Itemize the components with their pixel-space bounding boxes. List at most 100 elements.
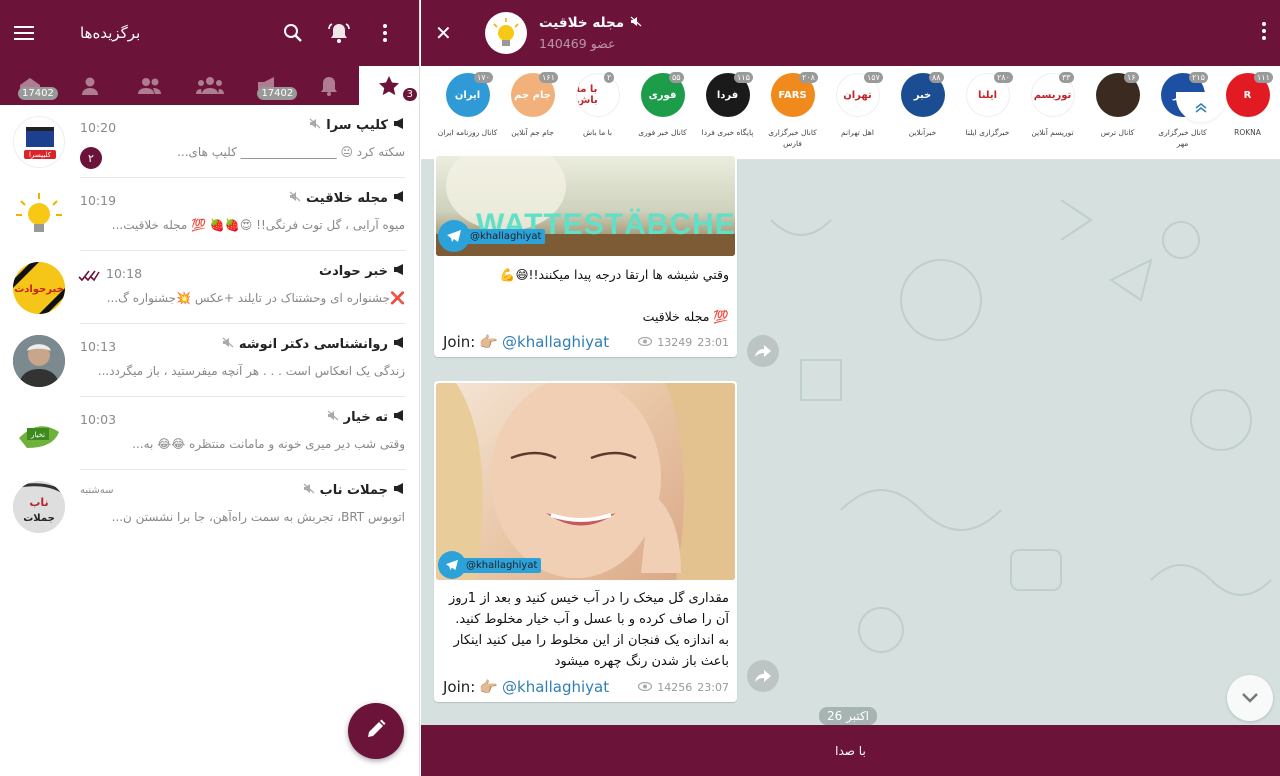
channel-strip-item[interactable]: تهران۱۵۷اهل تهرانم xyxy=(825,66,890,159)
post-image[interactable]: WATTESTÄBCHEN @khallaghiyat xyxy=(436,156,735,256)
channel-strip-item[interactable]: با ما باش۲با ما باش xyxy=(565,66,630,159)
chat-title: مجله خلاقیت xyxy=(289,191,405,206)
forward-icon xyxy=(755,667,771,686)
compose-button[interactable] xyxy=(348,703,404,759)
member-count: 140469 عضو xyxy=(539,36,642,51)
chevron-up-icon xyxy=(1195,98,1207,117)
chat-name: مجله خلاقیت xyxy=(306,191,388,206)
svg-text:کلیپسرا: کلیپسرا xyxy=(29,151,52,159)
channel-strip-badge: ۱۶ xyxy=(1124,72,1139,83)
tab-channels[interactable]: 17402 xyxy=(239,66,299,105)
members-label: عضو xyxy=(591,36,616,51)
muted-icon xyxy=(222,337,234,352)
left-toolbar: برگزیده‌ها xyxy=(0,0,419,66)
join-link[interactable]: @khallaghiyat xyxy=(502,678,609,696)
share-button[interactable] xyxy=(747,660,779,692)
channel-strip-label: کانال خبرگزاری مهر xyxy=(1152,127,1214,149)
avatar: کلیپسرا xyxy=(13,116,65,168)
tab-supergroups[interactable] xyxy=(180,66,240,105)
tab-groups[interactable] xyxy=(120,66,180,105)
notification-bell-icon[interactable] xyxy=(319,13,359,53)
join-line: Join: 👉🏼 @khallaghiyat xyxy=(443,333,609,351)
channel-info[interactable]: مجله خلاقیت 140469 عضو xyxy=(539,15,642,51)
close-icon[interactable]: ✕ xyxy=(435,21,461,45)
tab-count-badge: 17402 xyxy=(257,87,297,100)
channel-strip-label: ROKNA xyxy=(1217,127,1279,138)
muted-icon xyxy=(327,410,339,425)
channel-strip-item[interactable]: جام جم۱۶۱جام جم آنلاین xyxy=(500,66,565,159)
chat-item[interactable]: ناب جملات سه‌شنبه جملات ناب اتوبوس BRT، ت… xyxy=(0,470,419,543)
pencil-icon xyxy=(366,719,386,743)
channel-strip-badge: ۲۱۵ xyxy=(1189,72,1208,83)
chat-time: 10:13 xyxy=(80,339,116,354)
channel-strip-item[interactable]: فوری۵۵کانال خبر فوری xyxy=(630,66,695,159)
chat-title: کلیپ سرا xyxy=(309,118,405,133)
channel-strip-badge: ۲۸۰ xyxy=(994,72,1013,83)
post-image[interactable]: @khallaghiyat xyxy=(436,383,735,580)
channel-strip-label: پایگاه خبری فردا xyxy=(697,127,759,138)
chat-item[interactable]: 10:13 روانشناسی دکتر انوشه زندگی یک انعک… xyxy=(0,324,419,397)
channel-strip-item[interactable]: ایلنا۲۸۰خبرگزاری ایلنا xyxy=(955,66,1020,159)
eye-icon xyxy=(638,336,652,349)
telegram-watermark: @khallaghiyat xyxy=(438,220,545,252)
join-line: Join: 👉🏼 @khallaghiyat xyxy=(443,678,609,696)
chat-item-body: 10:13 روانشناسی دکتر انوشه زندگی یک انعک… xyxy=(80,324,405,397)
chat-name: روانشناسی دکتر انوشه xyxy=(239,337,388,352)
muted-icon xyxy=(289,191,301,206)
tab-favorites[interactable]: 3 xyxy=(359,66,419,105)
chat-item[interactable]: تخیار 10:03 ته خیار وقتی شب دیر میری خون… xyxy=(0,397,419,470)
channel-strip-badge: ۱۵۷ xyxy=(864,72,883,83)
channel-strip-label: کانال ترس xyxy=(1087,127,1149,138)
pointing-hand-icon: 👉🏼 xyxy=(479,678,498,696)
menu-icon[interactable] xyxy=(14,19,42,47)
tab-contacts[interactable] xyxy=(60,66,120,105)
channel-strip-badge: ۳۳ xyxy=(1059,72,1074,83)
chat-preview: ❌جشنواره ای وحشتناک در تایلند +عکس 💥جشنو… xyxy=(107,291,405,305)
unread-badge: ۲ xyxy=(80,147,102,169)
channel-strip-item[interactable]: فردا۱۱۵پایگاه خبری فردا xyxy=(695,66,760,159)
join-label: Join: xyxy=(443,678,475,696)
channel-strip-item[interactable]: ۱۶ کانال ترس xyxy=(1085,66,1150,159)
search-icon[interactable] xyxy=(273,13,313,53)
date-separator: 26 اکتبر xyxy=(819,707,877,725)
svg-text:تخیار: تخیار xyxy=(30,431,45,439)
message-area: WATTESTÄBCHEN @khallaghiyat وقتي شيشه ها… xyxy=(421,160,1280,725)
message-bubble: WATTESTÄBCHEN @khallaghiyat وقتي شيشه ها… xyxy=(434,154,737,357)
channel-strip-item[interactable]: ایران۱۷۰کانال روزنامه ایران xyxy=(435,66,500,159)
channel-icon xyxy=(393,264,405,279)
avatar xyxy=(13,189,65,241)
chat-item[interactable]: خبرحوادث 10:18 خبر حوادث ❌جشنواره ای وحش… xyxy=(0,251,419,324)
join-label: Join: xyxy=(443,333,475,351)
tab-count-badge: 17402 xyxy=(18,87,58,100)
channel-strip-item[interactable]: FARS۲۰۸کانال خبرگزاری فارس xyxy=(760,66,825,159)
join-link[interactable]: @khallaghiyat xyxy=(502,333,609,351)
scroll-down-button[interactable] xyxy=(1227,675,1273,721)
chat-item[interactable]: کلیپسرا 10:20 کلیپ سرا سکته کرد 😐 ______… xyxy=(0,105,419,178)
channel-strip-badge: ۸۸ xyxy=(929,72,944,83)
share-button[interactable] xyxy=(747,335,779,367)
chevron-down-icon xyxy=(1241,689,1259,708)
mute-toggle-bar[interactable]: با صدا xyxy=(421,725,1280,776)
channel-strip-badge: ۱۱۱ xyxy=(1254,72,1273,83)
muted-icon xyxy=(303,483,315,498)
more-options-icon[interactable] xyxy=(365,13,405,53)
avatar: ناب جملات xyxy=(13,481,65,533)
chat-item-body: سه‌شنبه جملات ناب اتوبوس BRT، تجربش به س… xyxy=(80,470,405,543)
tab-channels-unread[interactable]: 17402 xyxy=(0,66,60,105)
channel-strip-badge: ۱۱۵ xyxy=(734,72,753,83)
tab-bots[interactable] xyxy=(299,66,359,105)
channel-strip-item[interactable]: خبر۸۸خبرآنلاین xyxy=(890,66,955,159)
channel-icon xyxy=(393,191,405,206)
post-footer: Join: 👉🏼 @khallaghiyat 14256 23:07 xyxy=(434,678,737,702)
telegram-app: برگزیده‌ها 17402 xyxy=(0,0,1280,776)
channel-strip-item[interactable]: توریسم۳۳توریسم آنلاین xyxy=(1020,66,1085,159)
members-number: 140469 xyxy=(539,36,587,51)
channel-strip-item[interactable]: R۱۱۱ROKNA xyxy=(1215,66,1280,159)
channel-strip-label: اهل تهرانم xyxy=(827,127,889,138)
more-options-icon[interactable] xyxy=(1262,22,1266,40)
chat-preview: زندگی یک انعکاس است . . . هر آنچه میفرست… xyxy=(98,364,405,378)
svg-text:جملات: جملات xyxy=(23,513,55,524)
channel-avatar[interactable] xyxy=(485,12,527,54)
svg-text:ناب: ناب xyxy=(29,496,48,509)
chat-item[interactable]: 10:19 مجله خلاقیت میوه آرایی ، گل توت فر… xyxy=(0,178,419,251)
